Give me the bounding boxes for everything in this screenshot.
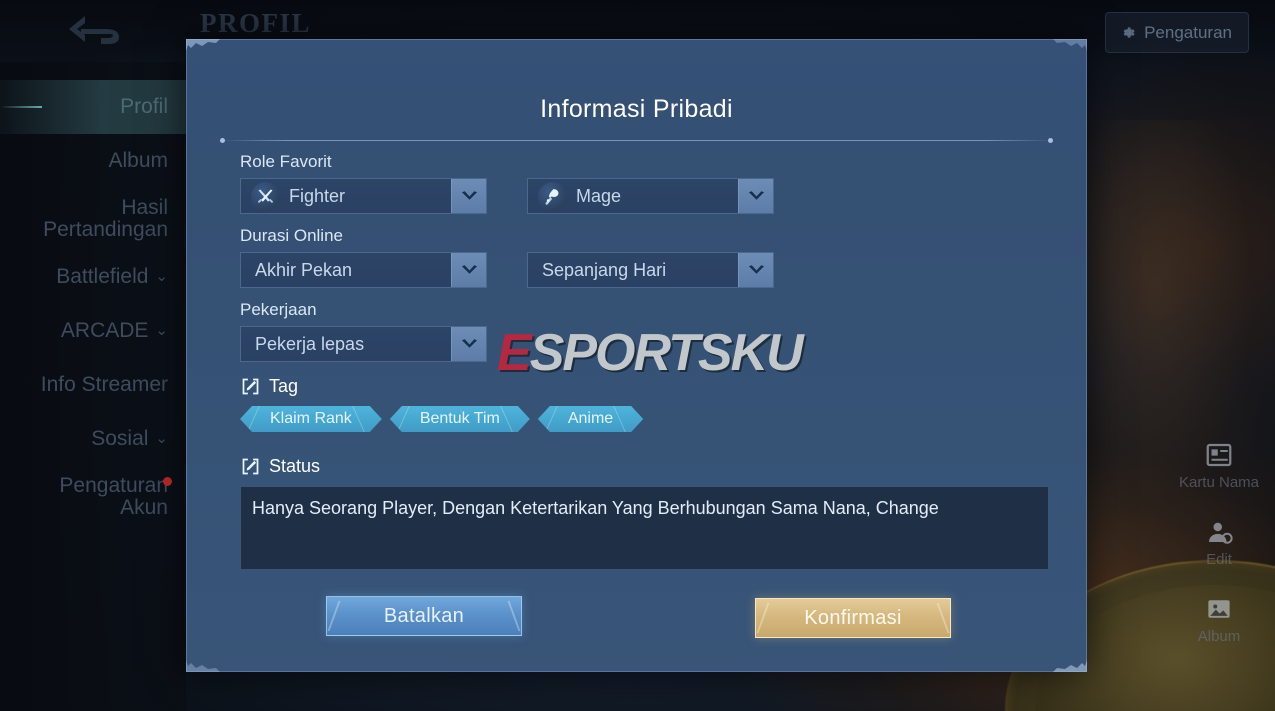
role-favorit-primary-select[interactable]: Fighter [240,178,487,214]
pekerjaan-select[interactable]: Pekerja lepas [240,326,487,362]
sidebar-item-label: Hasil Pertandingan [43,195,168,241]
page-title: PROFIL [200,8,312,38]
dialog-actions: Batalkan Konfirmasi [187,596,1086,638]
chevron-down-icon: ⌄ [155,430,168,448]
sidebar-item-arcade[interactable]: ARCADE ⌄ [0,304,186,358]
role-favorit-row: Fighter Mage [240,178,1050,214]
dialog-corner-decoration [1053,39,1087,65]
chip-notch [397,406,420,432]
chevron-down-icon[interactable] [738,253,773,287]
personal-info-form: Role Favorit Fighter Mage Durasi Online … [240,152,1050,570]
role-favorit-label: Role Favorit [240,152,332,171]
sidebar-item-hasil-pertandingan[interactable]: Hasil Pertandingan [0,188,186,250]
dialog-title: Informasi Pribadi [540,95,733,123]
sidebar-item-label: Pengaturan Akun [18,474,172,519]
confirm-button[interactable]: Konfirmasi [755,598,951,638]
durasi-online-primary-select[interactable]: Akhir Pekan [240,252,487,288]
crossed-swords-icon [251,181,280,211]
name-card-icon [1206,443,1232,467]
cancel-button[interactable]: Batalkan [326,596,522,636]
edit-avatar-icon [1209,522,1233,544]
back-button[interactable] [58,8,134,52]
tag-chip-list: Klaim Rank Bentuk Tim Anime [240,406,1050,432]
tag-chip[interactable]: Anime [538,406,643,432]
status-textarea[interactable]: Hanya Seorang Player, Dengan Ketertarika… [240,486,1049,570]
chip-notch [545,406,568,432]
right-item-label: Album [1197,628,1241,645]
right-item-label: Kartu Nama [1178,474,1260,491]
app-root: Jenis Kelamin Edit Info Indonesia/Jawa T… [0,0,1275,711]
sidebar-item-label: Album [108,148,168,172]
role-favorit-secondary-select[interactable]: Mage [527,178,774,214]
dialog-corner-decoration [186,39,220,65]
dialog-corner-decoration [186,646,220,672]
tag-label: Tag [269,376,299,396]
chip-notch [500,406,523,432]
right-item-edit[interactable]: Edit [1204,517,1234,568]
durasi-online-primary-value: Akhir Pekan [255,259,353,280]
sidebar-item-info-streamer[interactable]: Info Streamer [0,358,186,412]
right-sidebar: Kartu Nama Edit Album [1163,440,1275,645]
pekerjaan-value: Pekerja lepas [255,333,365,354]
chevron-down-icon[interactable] [451,327,486,361]
sidebar-item-label: Info Streamer [40,372,168,396]
pekerjaan-row: Pekerja lepas [240,326,1050,362]
sidebar-item-battlefield[interactable]: Battlefield ⌄ [0,250,186,304]
tag-chip-label: Bentuk Tim [419,410,500,427]
tag-section-header: Tag [240,376,1050,397]
dialog-title-divider [220,138,1053,143]
chip-notch [613,406,636,432]
right-item-album[interactable]: Album [1197,594,1241,645]
status-label: Status [269,456,321,476]
sidebar-item-label: Battlefield [56,264,149,288]
tag-chip-label: Klaim Rank [270,410,352,427]
chip-notch [352,406,375,432]
notification-badge-dot [163,476,172,486]
chip-notch [247,406,270,432]
button-edge [499,601,521,631]
durasi-online-secondary-select[interactable]: Sepanjang Hari [527,252,774,288]
confirm-button-label: Konfirmasi [804,606,902,629]
durasi-online-secondary-value: Sepanjang Hari [542,259,667,280]
chevron-down-icon[interactable] [451,253,486,287]
settings-button[interactable]: Pengaturan [1105,12,1249,53]
edit-pencil-icon [242,458,259,475]
magic-staff-icon [538,181,567,211]
sidebar-item-album[interactable]: Album [0,134,186,188]
sidebar-item-profil[interactable]: Profil [0,80,208,134]
left-sidebar: Profil Album Hasil Pertandingan Battlefi… [0,62,208,711]
sidebar-item-sosial[interactable]: Sosial ⌄ [0,412,186,466]
personal-info-dialog: Informasi Pribadi Role Favorit Fighter M… [186,39,1087,672]
right-item-label: Edit [1206,551,1232,568]
settings-label: Pengaturan [1144,22,1232,42]
button-edge [756,603,778,633]
sidebar-item-pengaturan-akun[interactable]: Pengaturan Akun [0,466,186,528]
status-section-header: Status [240,456,1050,477]
role-favorit-secondary-value: Mage [576,185,622,206]
chevron-down-icon[interactable] [738,179,773,213]
dialog-corner-decoration [1053,646,1087,672]
durasi-online-label: Durasi Online [240,226,343,245]
sidebar-item-label: Sosial [91,426,149,450]
back-arrow-icon [69,16,119,44]
chevron-down-icon: ⌄ [155,268,168,286]
durasi-online-row: Akhir Pekan Sepanjang Hari [240,252,1050,288]
sidebar-item-label: ARCADE [60,318,149,342]
button-edge [327,601,349,631]
tag-chip[interactable]: Bentuk Tim [390,406,530,432]
photo-album-icon [1208,600,1230,618]
tag-chip-label: Anime [567,410,614,427]
edit-pencil-icon [242,378,259,395]
cancel-button-label: Batalkan [383,604,465,627]
chevron-down-icon[interactable] [451,179,486,213]
pekerjaan-label: Pekerjaan [240,300,317,319]
chevron-down-icon: ⌄ [155,322,168,340]
tag-chip[interactable]: Klaim Rank [240,406,382,432]
gear-icon [1123,27,1135,38]
role-favorit-primary-value: Fighter [289,185,346,206]
button-edge [928,603,950,633]
sidebar-item-label: Profil [120,94,168,118]
right-item-kartu-nama[interactable]: Kartu Nama [1179,440,1259,491]
